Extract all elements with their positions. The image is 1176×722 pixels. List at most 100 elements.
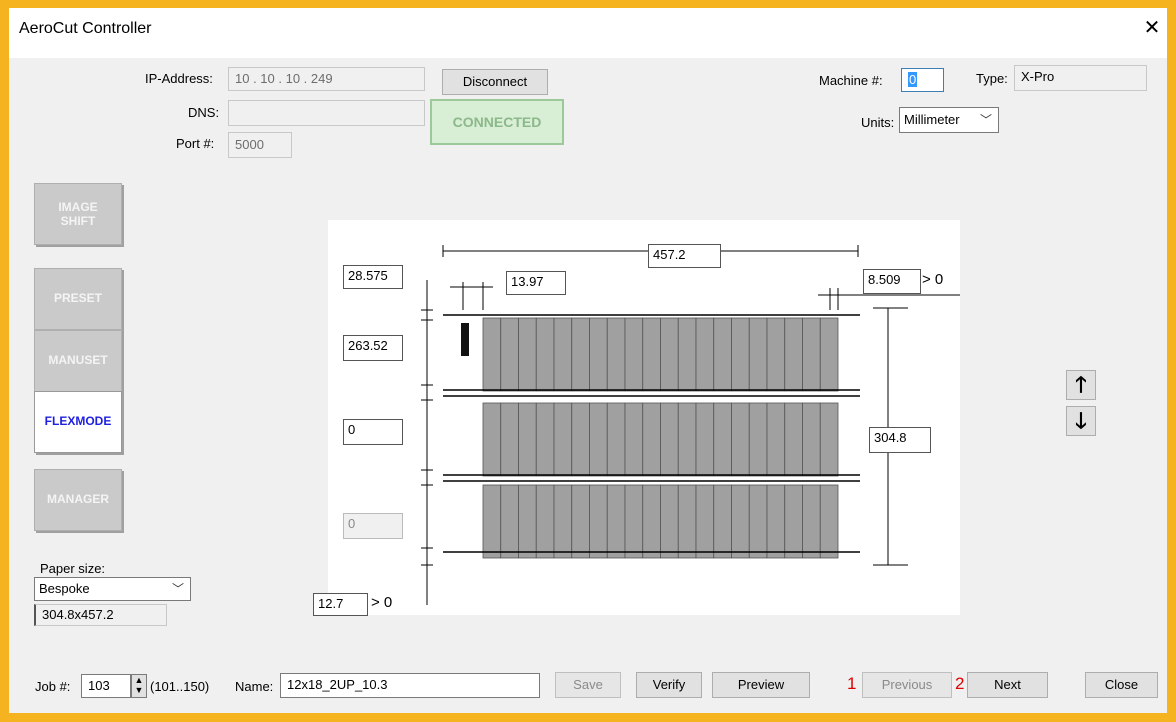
strip-cell	[660, 402, 679, 477]
disconnect-button[interactable]: Disconnect	[442, 69, 548, 95]
sidebar-item-manuset[interactable]: MANUSET	[34, 330, 122, 392]
strip-cell	[500, 402, 519, 477]
width-input[interactable]: 457.2	[648, 244, 721, 268]
verify-button[interactable]: Verify	[636, 672, 702, 698]
close-window-icon[interactable]: ✕	[1139, 16, 1165, 40]
strip-cell	[553, 317, 573, 392]
preview-button[interactable]: Preview	[712, 672, 810, 698]
strip-cell	[589, 317, 608, 392]
strip-cell	[819, 484, 839, 559]
chevron-down-icon: ﹀	[171, 582, 184, 596]
window-title: AeroCut Controller	[19, 20, 152, 37]
sidebar-item-label: FLEXMODE	[44, 414, 112, 428]
strip-cell	[518, 402, 537, 477]
dns-field[interactable]	[228, 100, 425, 126]
strip-cell	[677, 317, 697, 392]
strip-cell	[784, 402, 803, 477]
strip-cell	[535, 484, 555, 559]
strip-cell	[482, 402, 502, 477]
paper-size-value: Bespoke	[39, 581, 90, 596]
row-height-input[interactable]: 263.52	[343, 335, 403, 361]
job-number-spinner[interactable]: ▲ ▼	[131, 674, 147, 698]
units-select[interactable]: Millimeter ﹀	[899, 107, 999, 133]
sidebar-item-label: SHIFT	[60, 214, 96, 228]
strip-cell	[695, 317, 715, 392]
strip-cell	[802, 317, 821, 392]
ip-address-label: IP-Address:	[145, 71, 213, 86]
strip-cell	[766, 484, 786, 559]
layout-diagram: 457.2 28.575 13.97 8.509 > 0 263.52 0 0 …	[313, 220, 960, 616]
strip-cell	[642, 484, 661, 559]
sidebar-item-label: MANUSET	[48, 353, 108, 367]
strip-cell	[571, 317, 590, 392]
strip-cell	[553, 402, 573, 477]
dns-label: DNS:	[188, 105, 220, 120]
main-window: AeroCut Controller ✕ IP-Address: 10 . 10…	[9, 8, 1167, 713]
strip-cell	[571, 484, 590, 559]
save-button[interactable]: Save	[555, 672, 621, 698]
strip-cell	[482, 484, 502, 559]
right-margin-input[interactable]: 8.509	[863, 269, 921, 294]
next-step-number: 2	[955, 674, 965, 693]
strip-cell	[784, 484, 803, 559]
sidebar-item-image-shift[interactable]: IMAGE SHIFT	[34, 183, 122, 245]
strip-cell	[748, 317, 768, 392]
strip-cell	[535, 402, 555, 477]
strip-cell	[731, 402, 750, 477]
strip-cell	[802, 402, 821, 477]
strip-cell	[518, 484, 537, 559]
strip-cell	[695, 484, 715, 559]
strip-cell	[731, 484, 750, 559]
units-label: Units:	[861, 115, 895, 130]
sidebar-item-flexmode[interactable]: FLEXMODE	[34, 391, 122, 453]
strip-cell	[802, 484, 821, 559]
strip-cell	[606, 317, 626, 392]
strip-cell	[784, 317, 803, 392]
title-bar: AeroCut Controller ✕	[9, 8, 1167, 58]
strip-cell	[660, 317, 679, 392]
registration-mark	[461, 323, 469, 356]
strip-cell	[553, 484, 573, 559]
sidebar-item-label: IMAGE	[58, 200, 98, 214]
job-number-field[interactable]: 103	[81, 674, 131, 698]
job-name-field[interactable]: 12x18_2UP_10.3	[280, 673, 540, 698]
strip-cell	[624, 402, 644, 477]
ip-address-field[interactable]: 10 . 10 . 10 . 249	[228, 67, 425, 91]
strip-cell	[677, 402, 697, 477]
previous-step-number: 1	[847, 674, 857, 693]
strip-cell	[518, 317, 537, 392]
gap-input[interactable]: 13.97	[506, 271, 566, 295]
job-name-label: Name:	[235, 679, 274, 694]
paper-size-select[interactable]: Bespoke ﹀	[34, 577, 191, 601]
sidebar-item-manager[interactable]: MANAGER	[34, 469, 122, 531]
strip-cell	[713, 402, 732, 477]
close-button[interactable]: Close	[1085, 672, 1158, 698]
strip-rows	[421, 309, 860, 566]
strip-cell	[642, 402, 661, 477]
height-input[interactable]: 304.8	[869, 427, 931, 453]
strip-cell	[766, 317, 786, 392]
sidebar-item-label: MANAGER	[47, 492, 109, 506]
arrow-up-icon[interactable]: 🡑	[1066, 370, 1096, 400]
chevron-down-icon: ﹀	[979, 113, 992, 127]
type-field: X-Pro	[1014, 65, 1147, 91]
strip-cell	[500, 317, 519, 392]
strip-cell	[695, 402, 715, 477]
strip-cell	[642, 317, 661, 392]
arrow-down-icon[interactable]: 🡓	[1066, 406, 1096, 436]
previous-button[interactable]: Previous	[862, 672, 952, 698]
strip-cell	[500, 484, 519, 559]
strip-cell	[731, 317, 750, 392]
strip-cell	[571, 402, 590, 477]
top-margin-input[interactable]: 28.575	[343, 265, 403, 289]
strip-cell	[589, 402, 608, 477]
bottom-margin-input[interactable]: 12.7	[313, 593, 368, 616]
sidebar-item-preset[interactable]: PRESET	[34, 268, 122, 330]
row-gap-disabled-input: 0	[343, 513, 403, 539]
row-gap-input[interactable]: 0	[343, 419, 403, 445]
machine-number-field[interactable]: 0	[901, 68, 944, 92]
port-field[interactable]: 5000	[228, 132, 292, 158]
strip-cell	[624, 317, 644, 392]
strip-cell	[660, 484, 679, 559]
next-button[interactable]: Next	[967, 672, 1048, 698]
